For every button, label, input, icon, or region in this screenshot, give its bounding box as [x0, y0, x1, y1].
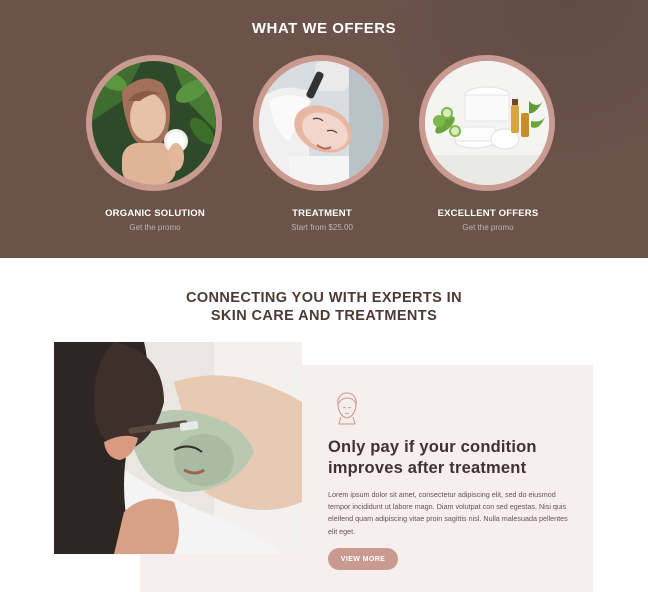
offer-card-organic[interactable]: ORGANIC SOLUTION Get the promo	[70, 55, 240, 245]
offer-image-products	[419, 55, 555, 191]
offer-image-treatment	[253, 55, 389, 191]
experts-section-title: CONNECTING YOU WITH EXPERTS IN SKIN CARE…	[0, 289, 648, 325]
offer-subtitle: Start from $25.00	[291, 223, 353, 232]
offer-card-treatment[interactable]: TREATMENT Start from $25.00	[237, 55, 407, 245]
offer-subtitle: Get the promo	[462, 223, 514, 232]
offer-subtitle: Get the promo	[129, 223, 181, 232]
view-more-button[interactable]: VIEW MORE	[328, 548, 398, 570]
facial-mask-photo	[54, 342, 302, 554]
info-headline-line1: Only pay if your condition	[328, 438, 537, 456]
offer-name: EXCELLENT OFFERS	[437, 208, 539, 219]
experts-title-line1: CONNECTING YOU WITH EXPERTS IN	[186, 290, 462, 306]
face-outline-icon	[332, 390, 362, 426]
experts-title-line2: SKIN CARE AND TREATMENTS	[210, 308, 438, 324]
offer-image-organic	[86, 55, 222, 191]
offers-section: WHAT WE OFFERS ORGANIC SOLUTION Get the …	[0, 0, 648, 258]
info-headline: Only pay if your condition improves afte…	[328, 437, 578, 479]
info-headline-line2: improves after treatment	[328, 459, 527, 477]
offer-name: ORGANIC SOLUTION	[105, 208, 205, 219]
offer-card-excellent[interactable]: EXCELLENT OFFERS Get the promo	[403, 55, 573, 245]
offers-title: WHAT WE OFFERS	[251, 20, 397, 37]
info-body-text: Lorem ipsum dolor sit amet, consectetur …	[328, 490, 568, 536]
offer-name: TREATMENT	[292, 208, 352, 219]
